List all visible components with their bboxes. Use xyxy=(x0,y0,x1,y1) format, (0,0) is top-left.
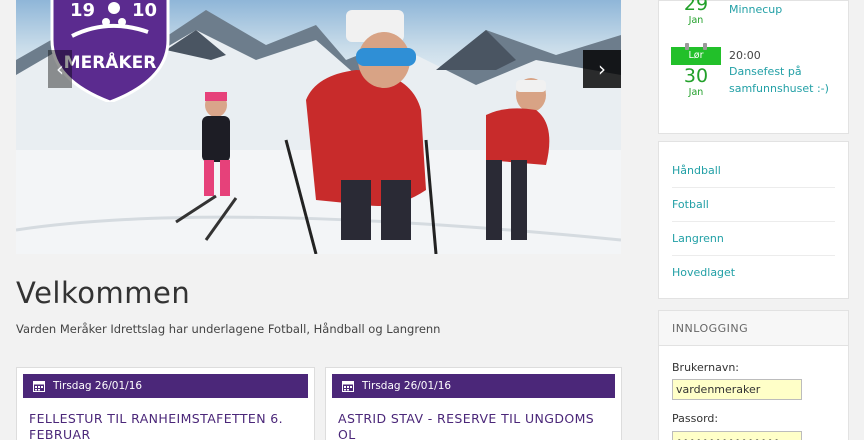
username-label: Brukernavn: xyxy=(672,361,740,374)
sports-menu: Håndball Fotball Langrenn Hovedlaget xyxy=(658,141,849,299)
calendar-icon xyxy=(342,381,354,392)
event-day: 30 xyxy=(683,65,709,87)
event-date-badge: Lør 30 Jan xyxy=(671,43,721,98)
news-card[interactable]: Tirsdag 26/01/16 FELLESTUR TIL RANHEIMST… xyxy=(16,367,315,440)
chevron-left-icon: ‹ xyxy=(56,57,64,81)
event-date-badge: 29 Jan xyxy=(671,0,721,26)
news-headline-link[interactable]: ASTRID STAV - RESERVE TIL UNGDOMS OL xyxy=(326,398,621,440)
svg-text:19: 19 xyxy=(70,0,95,21)
page-title: Velkommen xyxy=(16,276,191,310)
sports-link-handball[interactable]: Håndball xyxy=(672,154,835,188)
svg-text:10: 10 xyxy=(132,0,157,21)
svg-text:MERÅKER: MERÅKER xyxy=(64,50,157,73)
password-label: Passord: xyxy=(672,412,719,425)
news-date: Tirsdag 26/01/16 xyxy=(53,380,143,392)
news-date-bar: Tirsdag 26/01/16 xyxy=(23,374,308,398)
welcome-text: Varden Meråker Idrettslag har underlagen… xyxy=(16,322,441,336)
login-panel: INNLOGGING Brukernavn: Passord: xyxy=(658,310,849,440)
calendar-icon xyxy=(33,381,45,392)
event-month: Jan xyxy=(688,87,704,98)
events-panel: 29 Jan Minnecup Lør 30 Jan 20:00 Dansefe… xyxy=(658,0,849,134)
news-headline-link[interactable]: FELLESTUR TIL RANHEIMSTAFETTEN 6. FEBRUA… xyxy=(17,398,314,440)
slider-next-button[interactable]: › xyxy=(583,50,621,88)
sports-link-hovedlaget[interactable]: Hovedlaget xyxy=(672,256,835,290)
news-card[interactable]: Tirsdag 26/01/16 ASTRID STAV - RESERVE T… xyxy=(325,367,622,440)
login-header: INNLOGGING xyxy=(659,311,848,346)
event-day: 29 xyxy=(683,0,709,15)
event-weekday: Lør xyxy=(671,43,721,65)
chevron-right-icon: › xyxy=(598,57,606,81)
sports-link-football[interactable]: Fotball xyxy=(672,188,835,222)
sports-link-langrenn[interactable]: Langrenn xyxy=(672,222,835,256)
event-title-link[interactable]: Minnecup xyxy=(729,1,849,18)
slider-prev-button[interactable]: ‹ xyxy=(48,50,72,88)
event-month: Jan xyxy=(688,15,704,26)
username-input[interactable] xyxy=(672,379,802,400)
news-date-bar: Tirsdag 26/01/16 xyxy=(332,374,615,398)
event-time: 20:00 xyxy=(729,49,761,62)
news-date: Tirsdag 26/01/16 xyxy=(362,380,452,392)
password-input[interactable] xyxy=(672,431,802,440)
hero-slider[interactable]: 19 10 MERÅKER ‹ › xyxy=(16,0,621,254)
event-title-link[interactable]: Dansefest på samfunnshuset :-) xyxy=(729,63,849,97)
